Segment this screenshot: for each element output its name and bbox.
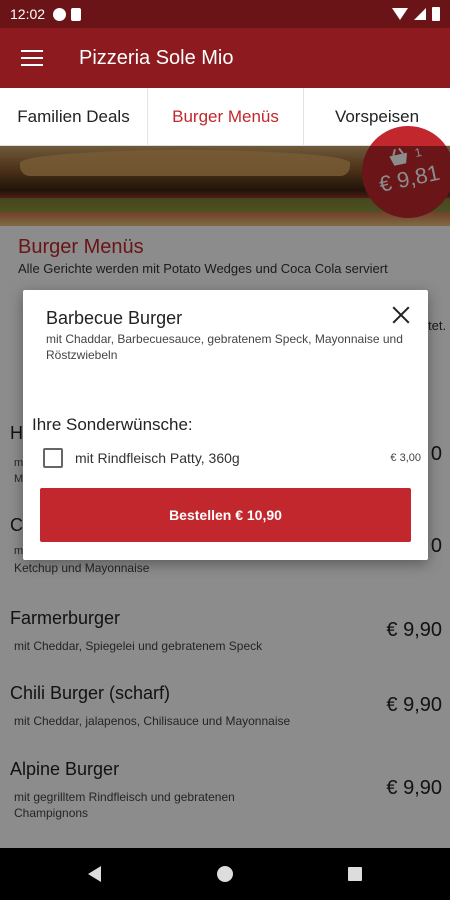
app-title: Pizzeria Sole Mio xyxy=(79,46,234,69)
wifi-icon xyxy=(392,8,408,20)
battery-icon xyxy=(432,7,440,21)
tab-burger-menus[interactable]: Burger Menüs xyxy=(148,88,304,146)
dialog-title: Barbecue Burger xyxy=(46,308,183,328)
app-bar: Pizzeria Sole Mio xyxy=(0,28,450,88)
home-icon[interactable] xyxy=(217,866,233,882)
tab-familien-deals[interactable]: Familien Deals xyxy=(0,88,148,146)
back-icon[interactable] xyxy=(88,866,101,882)
product-options-dialog: Barbecue Burger mit Chaddar, Barbecuesau… xyxy=(23,290,428,560)
tab-label: Familien Deals xyxy=(17,107,130,126)
status-bar: 12:02 xyxy=(0,0,450,28)
extra-option-row[interactable]: mit Rindfleisch Patty, 360g € 3,00 xyxy=(43,446,421,470)
notification-icon xyxy=(53,7,67,21)
recent-apps-icon[interactable] xyxy=(348,867,362,881)
system-nav-bar xyxy=(0,848,450,900)
signal-icon xyxy=(414,8,426,20)
tab-label: Burger Menüs xyxy=(172,107,279,126)
menu-icon[interactable] xyxy=(21,50,43,66)
extra-price: € 3,00 xyxy=(390,452,421,464)
status-time: 12:02 xyxy=(10,6,46,22)
extras-heading: Ihre Sonderwünsche: xyxy=(32,415,193,434)
close-icon[interactable] xyxy=(390,304,412,326)
tab-label: Vorspeisen xyxy=(334,107,420,126)
extra-checkbox[interactable] xyxy=(43,448,63,468)
sd-card-icon xyxy=(71,7,82,21)
extra-label: mit Rindfleisch Patty, 360g xyxy=(75,450,240,466)
dialog-description: mit Chaddar, Barbecuesauce, gebratenem S… xyxy=(46,332,403,362)
order-button[interactable]: Bestellen € 10,90 xyxy=(40,488,411,542)
